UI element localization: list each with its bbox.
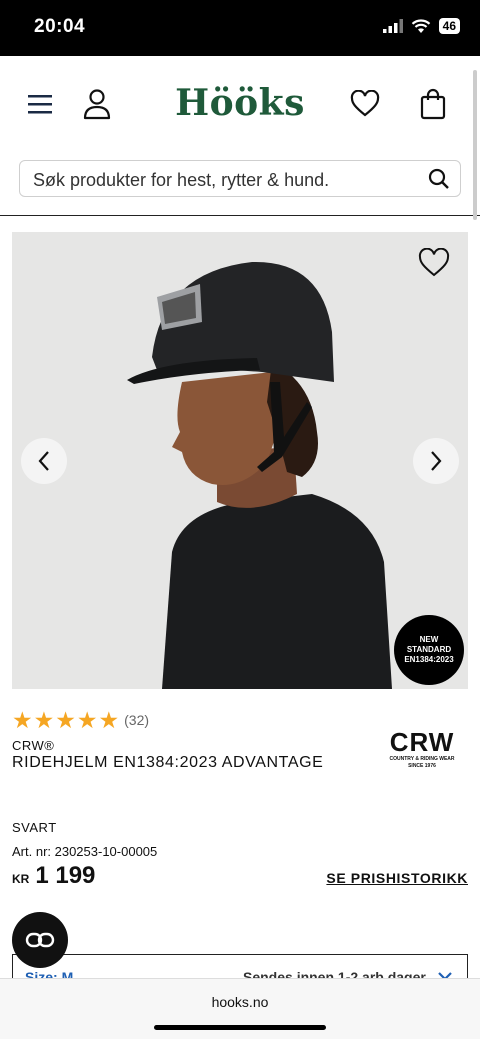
brand-logo-sub: SINCE 1976 (408, 763, 436, 769)
product-image[interactable]: NEW STANDARD EN1384:2023 (12, 232, 468, 689)
price-currency: KR (12, 872, 30, 886)
heart-icon (350, 90, 380, 117)
badge-line: EN1384:2023 (404, 655, 454, 664)
status-bar: 20:04 46 (0, 0, 480, 56)
site-header: Hööks Søk produkter for hest, rytter & h… (0, 56, 480, 216)
star-icon: ★ (76, 707, 98, 733)
badge-line: NEW (419, 635, 439, 644)
product-title: RIDEHJELM EN1384:2023 ADVANTAGE (12, 754, 324, 771)
search-icon[interactable] (428, 168, 450, 190)
wishlist-heart-icon[interactable] (418, 248, 450, 278)
star-icon: ★ (12, 707, 33, 733)
price-value: 1 199 (35, 862, 96, 889)
wifi-icon (411, 18, 430, 33)
brand-logo-sub: COUNTRY & RIDING WEAR (389, 756, 455, 762)
article-number: Art. nr: 230253-10-00005 (12, 844, 158, 859)
product-brand: CRW® (12, 738, 55, 753)
prev-image-button[interactable] (21, 438, 67, 484)
signal-icon (382, 19, 403, 33)
product-color: SVART (12, 820, 57, 835)
battery-icon: 46 (438, 18, 460, 34)
browser-url[interactable]: hooks.no (0, 994, 480, 1010)
status-icons: 46 (382, 18, 460, 34)
chat-button[interactable] (12, 912, 68, 968)
cart-button[interactable] (415, 86, 451, 122)
product-rating[interactable]: ★ ★ ★ ★ ★ (32) (12, 707, 150, 733)
status-time: 20:04 (34, 16, 86, 37)
review-count: (32) (124, 712, 150, 728)
star-icon: ★ (98, 707, 120, 733)
helmet-photo (12, 232, 468, 689)
hooks-logo[interactable]: Hööks (0, 82, 480, 124)
wishlist-button[interactable] (347, 86, 383, 122)
next-image-button[interactable] (413, 438, 459, 484)
chevron-right-icon (431, 451, 442, 471)
search-field[interactable]: Søk produkter for hest, rytter & hund. (19, 160, 461, 197)
star-icon: ★ (33, 707, 55, 733)
badge-line: STANDARD (406, 645, 452, 654)
home-indicator[interactable] (154, 1025, 326, 1030)
browser-bottom-bar: hooks.no (0, 978, 480, 1039)
price-history-link[interactable]: SE PRISHISTORIKK (326, 870, 468, 886)
brand-logo[interactable]: CRW COUNTRY & RIDING WEAR SINCE 1976 (382, 728, 462, 770)
chevron-left-icon (38, 451, 49, 471)
scroll-indicator (473, 70, 477, 220)
new-standard-badge: NEW STANDARD EN1384:2023 (394, 615, 464, 685)
search-placeholder: Søk produkter for hest, rytter & hund. (33, 170, 330, 190)
product-price: KR 1 199 (12, 862, 95, 890)
chat-icon (25, 932, 55, 948)
bag-icon (420, 88, 446, 120)
brand-logo-main: CRW (389, 727, 455, 757)
star-icon: ★ (55, 707, 76, 733)
